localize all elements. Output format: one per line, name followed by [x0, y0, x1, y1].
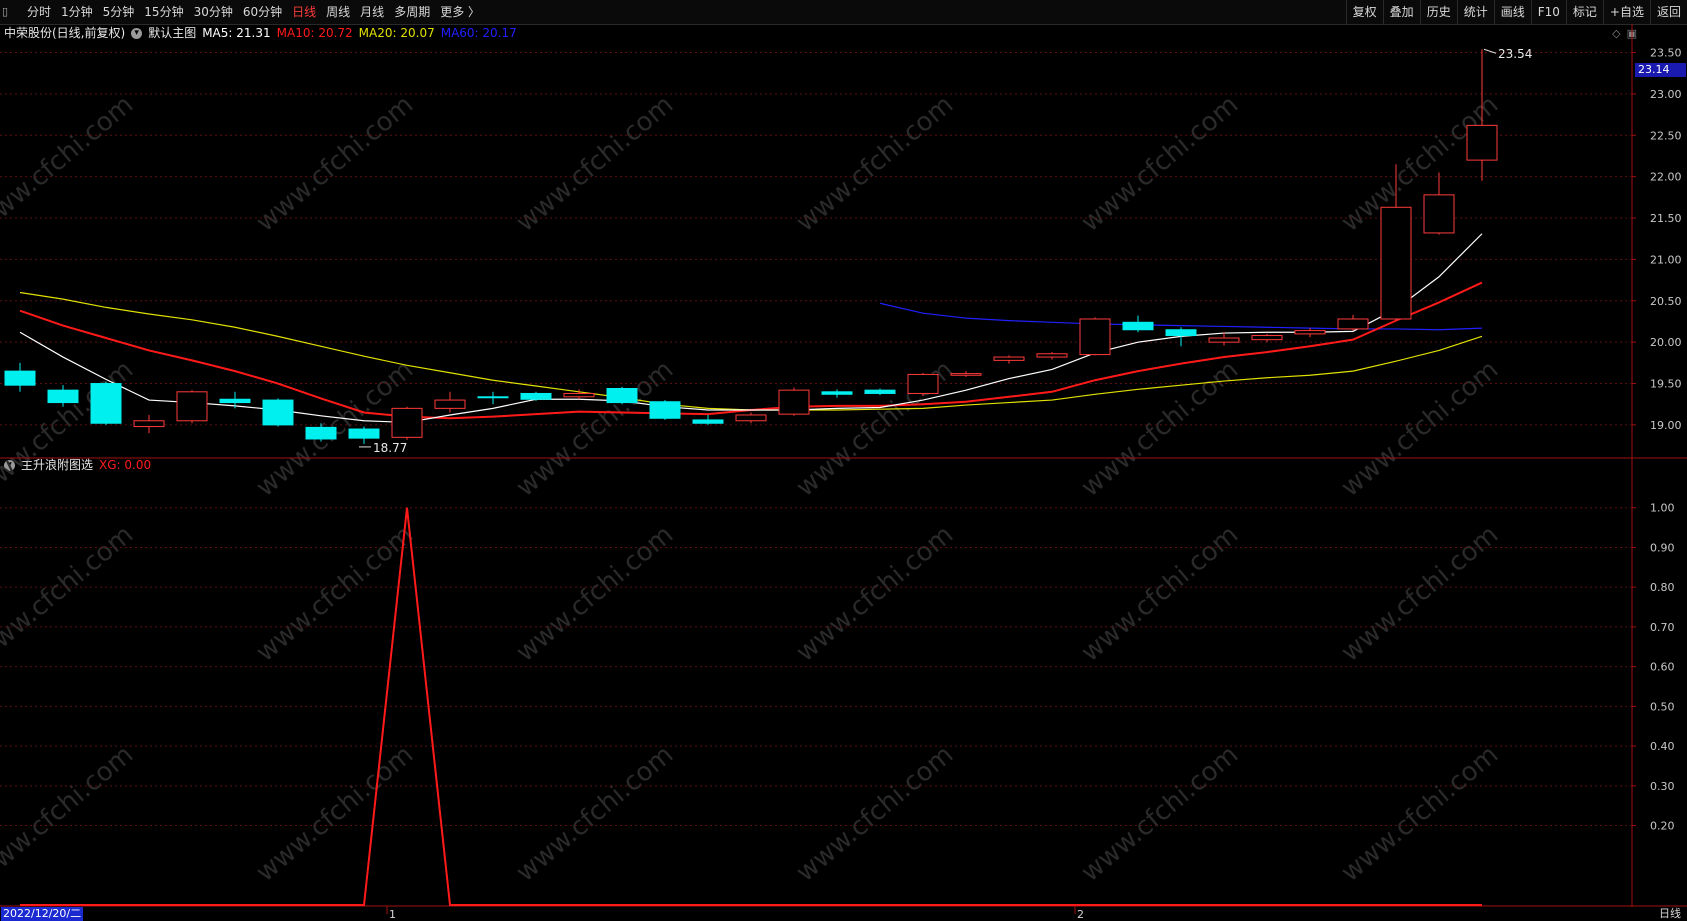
month-label-0: 1 — [389, 908, 396, 921]
candle-body-8 — [348, 428, 380, 439]
candle-body-33 — [1423, 194, 1455, 234]
candle-body-28 — [1208, 337, 1240, 343]
watermark-15: www.cfchi.com — [791, 520, 960, 668]
watermark-21: www.cfchi.com — [791, 740, 960, 888]
candle-body-19 — [821, 391, 853, 395]
watermark-12: www.cfchi.com — [0, 520, 139, 668]
watermark-22: www.cfchi.com — [1076, 740, 1245, 888]
main-y-tick-6: 20.50 — [1650, 295, 1682, 308]
sub-y-tick-3: 0.70 — [1650, 621, 1675, 634]
watermark-20: www.cfchi.com — [511, 740, 680, 888]
main-y-tick-4: 21.50 — [1650, 212, 1682, 225]
candle-body-21 — [907, 373, 939, 394]
candle-body-14 — [606, 387, 638, 404]
watermark-4: www.cfchi.com — [1076, 90, 1245, 238]
candle-body-31 — [1337, 318, 1369, 330]
candle-body-9 — [391, 407, 423, 438]
watermark-5: www.cfchi.com — [1336, 90, 1505, 238]
watermark-2: www.cfchi.com — [511, 90, 680, 238]
candle-body-11 — [477, 396, 509, 399]
sub-y-tick-5: 0.50 — [1650, 700, 1675, 713]
sub-y-tick-8: 0.20 — [1650, 820, 1675, 833]
watermark-13: www.cfchi.com — [251, 520, 420, 668]
main-y-tick-3: 22.00 — [1650, 171, 1682, 184]
watermark-16: www.cfchi.com — [1076, 520, 1245, 668]
candle-body-15 — [649, 401, 681, 419]
candle-body-0 — [4, 370, 36, 386]
sub-y-tick-0: 1.00 — [1650, 502, 1675, 515]
candle-body-6 — [262, 399, 294, 426]
ma10-line — [19, 281, 1483, 420]
candle-body-18 — [778, 389, 810, 415]
candle-body-1 — [47, 389, 79, 404]
candle-body-17 — [735, 414, 767, 422]
candle-body-34 — [1466, 124, 1498, 161]
candle-body-13 — [563, 392, 595, 398]
watermark-11: www.cfchi.com — [1336, 355, 1505, 503]
watermark-8: www.cfchi.com — [511, 355, 680, 503]
watermark-0: www.cfchi.com — [0, 90, 139, 238]
candle-body-10 — [434, 399, 466, 409]
candle-body-27 — [1165, 329, 1197, 337]
candle-body-26 — [1122, 321, 1154, 331]
candle-body-23 — [993, 356, 1025, 361]
candle-body-7 — [305, 426, 337, 440]
candle-body-30 — [1294, 330, 1326, 335]
sub-y-tick-4: 0.60 — [1650, 661, 1675, 674]
watermark-17: www.cfchi.com — [1336, 520, 1505, 668]
candle-body-20 — [864, 389, 896, 394]
candle-body-5 — [219, 398, 251, 404]
main-y-tick-5: 21.00 — [1650, 253, 1682, 266]
watermark-10: www.cfchi.com — [1076, 355, 1245, 503]
candle-body-22 — [950, 373, 982, 376]
candle-body-29 — [1251, 335, 1283, 341]
sub-y-tick-1: 0.90 — [1650, 541, 1675, 554]
watermark-19: www.cfchi.com — [251, 740, 420, 888]
main-y-tick-0: 23.50 — [1650, 47, 1682, 60]
main-y-tick-9: 19.00 — [1650, 419, 1682, 432]
candle-body-4 — [176, 391, 208, 422]
watermark-18: www.cfchi.com — [0, 740, 139, 888]
candle-body-12 — [520, 392, 552, 400]
candle-body-2 — [90, 383, 122, 424]
main-y-tick-1: 23.00 — [1650, 88, 1682, 101]
watermark-1: www.cfchi.com — [251, 90, 420, 238]
ma20-line — [19, 291, 1483, 411]
candle-body-3 — [133, 420, 165, 428]
chart-canvas[interactable]: www.cfchi.com www.cfchi.com www.cfchi.com w… — [0, 0, 1687, 921]
period-indicator[interactable]: 日线 — [1659, 907, 1681, 921]
high-price-label: 23.54 — [1498, 47, 1532, 61]
low-price-label: 18.77 — [373, 441, 407, 455]
sub-y-tick-6: 0.40 — [1650, 740, 1675, 753]
main-y-tick-8: 19.50 — [1650, 378, 1682, 391]
main-y-tick-2: 22.50 — [1650, 129, 1682, 142]
candle-body-16 — [692, 419, 724, 424]
candle-body-24 — [1036, 353, 1068, 358]
crosshair-date: 2022/12/20/二 — [1, 907, 84, 921]
watermark-3: www.cfchi.com — [791, 90, 960, 238]
candle-body-32 — [1380, 206, 1412, 320]
watermark-14: www.cfchi.com — [511, 520, 680, 668]
sub-y-tick-2: 0.80 — [1650, 581, 1675, 594]
month-label-1: 2 — [1077, 908, 1084, 921]
sub-y-tick-7: 0.30 — [1650, 780, 1675, 793]
current-price-tag: 23.14 — [1635, 63, 1686, 77]
candle-body-25 — [1079, 318, 1111, 356]
watermark-23: www.cfchi.com — [1336, 740, 1505, 888]
main-y-tick-7: 20.00 — [1650, 336, 1682, 349]
